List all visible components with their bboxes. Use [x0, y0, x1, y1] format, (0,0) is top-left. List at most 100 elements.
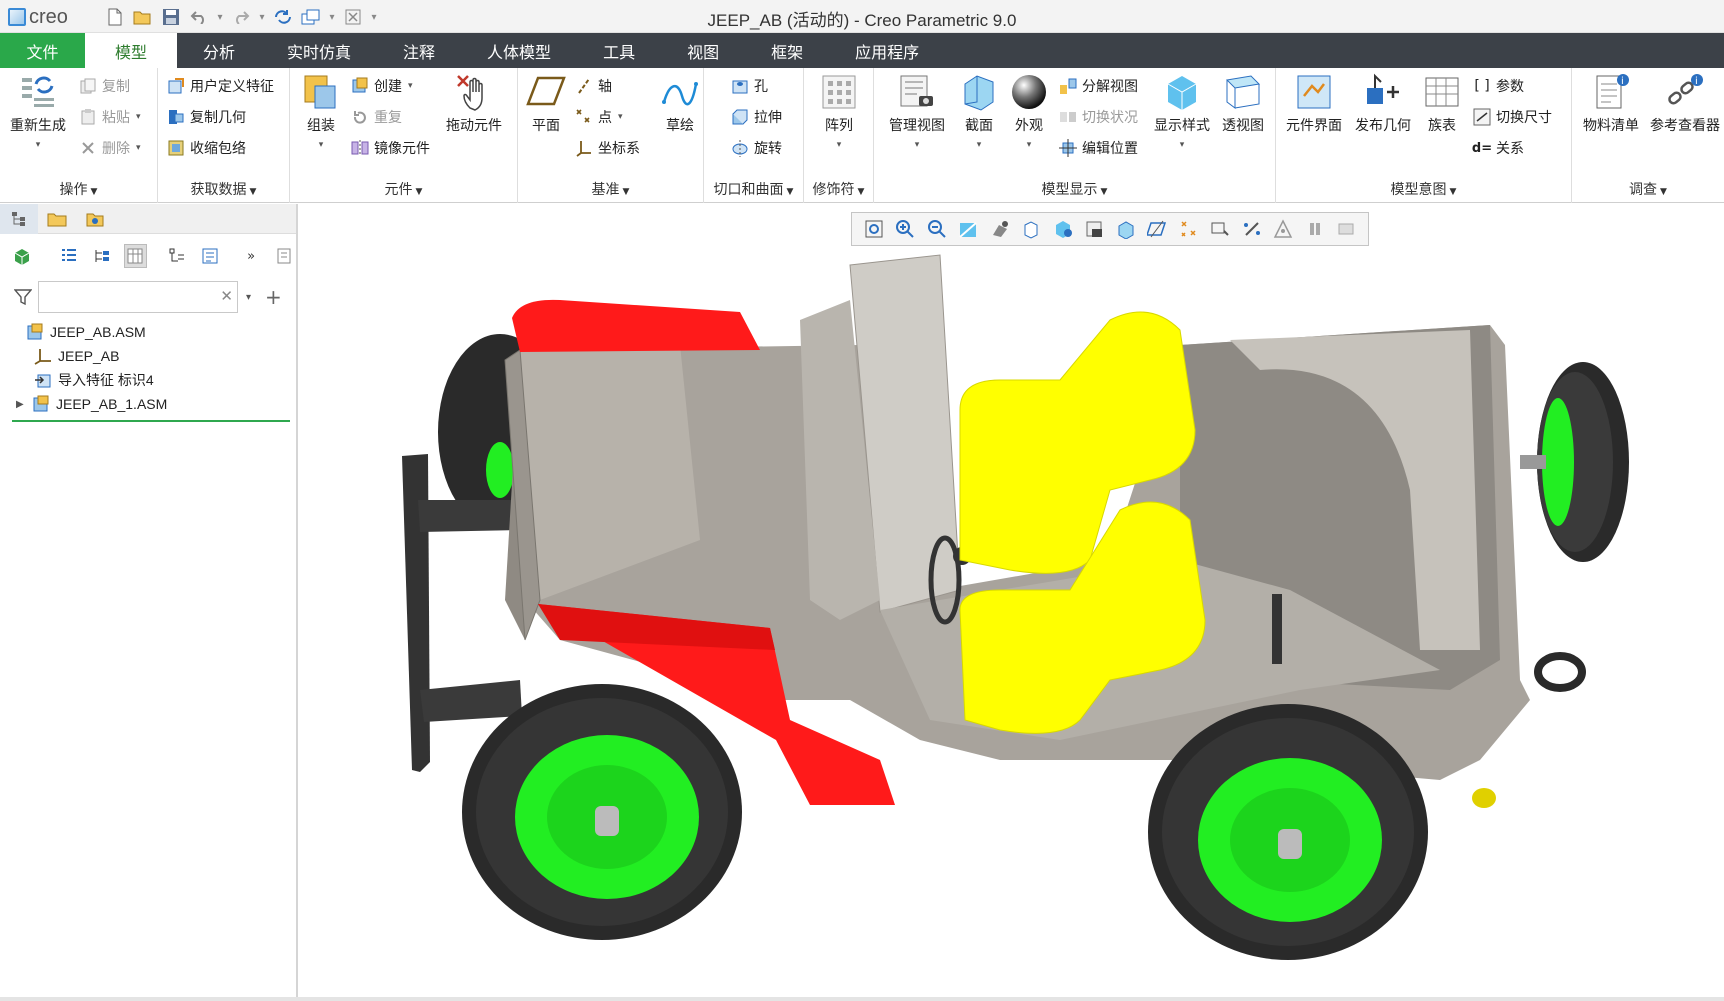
group-model-intent-label[interactable]: 模型意图 ▼ [1276, 179, 1571, 199]
graphics-window[interactable] [300, 204, 1724, 998]
datum-display-icon[interactable] [1145, 217, 1169, 241]
reference-viewer-button[interactable]: i 参考查看器 [1650, 72, 1720, 135]
tab-manikin[interactable]: 人体模型 [461, 33, 577, 68]
redo-icon[interactable] [230, 6, 252, 28]
family-table-button[interactable]: 族表 [1416, 72, 1468, 135]
csys-display-icon[interactable] [1208, 217, 1232, 241]
tab-folder-browser[interactable] [38, 204, 76, 234]
delete-button[interactable]: 删除 ▾ [78, 136, 141, 160]
group-modifiers-label[interactable]: 修饰符 ▼ [804, 179, 873, 199]
tree-filter-icon[interactable] [165, 244, 188, 268]
regenerate-button[interactable]: 重新生成 ▾ [4, 72, 72, 154]
regenerate-dropdown-icon[interactable]: ▾ [36, 137, 41, 154]
assemble-dropdown-icon[interactable]: ▾ [319, 137, 324, 154]
camera-view-icon[interactable] [1082, 217, 1106, 241]
tab-applications[interactable]: 应用程序 [829, 33, 945, 68]
tree-item-csys[interactable]: JEEP_AB [10, 344, 290, 368]
tree-item-import-feature[interactable]: 导入特征 标识4 [10, 368, 290, 392]
point-dropdown-icon[interactable]: ▾ [618, 112, 623, 122]
axis-button[interactable]: 轴 [574, 74, 612, 98]
pause-icon[interactable] [1303, 217, 1327, 241]
shrinkwrap-button[interactable]: 收缩包络 [166, 136, 246, 160]
zoom-in-icon[interactable] [893, 217, 917, 241]
windows-dropdown-icon[interactable]: ▾ [328, 12, 336, 23]
tab-favorites[interactable] [76, 204, 114, 234]
copy-geometry-button[interactable]: 复制几何 [166, 105, 246, 129]
tab-tools[interactable]: 工具 [577, 33, 661, 68]
tree-expand-icon[interactable] [90, 244, 113, 268]
list-view-icon[interactable] [57, 244, 80, 268]
new-file-icon[interactable] [104, 6, 126, 28]
view-manager-icon[interactable] [1051, 217, 1075, 241]
tree-insert-indicator[interactable] [12, 420, 290, 422]
expand-arrow-icon[interactable]: ▶ [16, 399, 30, 410]
tree-search-input[interactable] [39, 282, 209, 312]
sketch-button[interactable]: 草绘 [658, 72, 702, 135]
windows-icon[interactable] [300, 6, 322, 28]
tab-annotate[interactable]: 注释 [377, 33, 461, 68]
edit-position-button[interactable]: 编辑位置 [1058, 136, 1138, 160]
part-display-icon[interactable] [10, 244, 33, 268]
group-model-display-label[interactable]: 模型显示 ▼ [874, 179, 1275, 199]
display-style-button[interactable]: 显示样式 ▾ [1150, 72, 1214, 154]
paste-button[interactable]: 粘贴 ▾ [78, 105, 141, 129]
section-view-icon[interactable] [1114, 217, 1138, 241]
assemble-button[interactable]: 组装 ▾ [296, 72, 346, 154]
undo-icon[interactable] [188, 6, 210, 28]
section-button[interactable]: 截面 ▾ [954, 72, 1004, 154]
clear-search-icon[interactable]: ✕ [220, 287, 233, 305]
extrude-button[interactable]: 拉伸 [730, 105, 782, 129]
toggle-status-button[interactable]: 切换状况 [1058, 105, 1138, 129]
revolve-button[interactable]: 旋转 [730, 136, 782, 160]
csys-button[interactable]: 坐标系 [574, 136, 640, 160]
filter-funnel-icon[interactable] [12, 286, 34, 308]
open-folder-icon[interactable] [132, 6, 154, 28]
manage-views-button[interactable]: 管理视图 ▾ [884, 72, 950, 154]
tree-item-sub-asm[interactable]: ▶ JEEP_AB_1.ASM [10, 392, 290, 416]
undo-dropdown-icon[interactable]: ▾ [216, 12, 224, 23]
add-filter-icon[interactable]: + [265, 285, 282, 309]
spare-wheel[interactable] [1520, 362, 1629, 562]
group-component-label[interactable]: 元件 ▼ [290, 179, 517, 199]
tab-framework[interactable]: 框架 [745, 33, 829, 68]
switch-dimensions-button[interactable]: 切换尺寸 [1472, 105, 1552, 129]
annotation-plane-icon[interactable] [1334, 217, 1358, 241]
show-icon[interactable] [273, 244, 296, 268]
group-operations-label[interactable]: 操作 ▼ [0, 179, 157, 199]
manage-views-dropdown-icon[interactable]: ▾ [915, 137, 920, 154]
group-get-data-label[interactable]: 获取数据 ▼ [158, 179, 289, 199]
component-interface-button[interactable]: 元件界面 [1282, 72, 1346, 135]
pattern-dropdown-icon[interactable]: ▾ [837, 137, 842, 154]
annotation-display-icon[interactable] [1240, 217, 1264, 241]
pattern-button[interactable]: 阵列 ▾ [814, 72, 864, 154]
perspective-button[interactable]: 透视图 [1214, 72, 1272, 135]
bom-button[interactable]: i 物料清单 [1576, 72, 1646, 135]
search-options-dropdown-icon[interactable]: ▾ [246, 292, 251, 303]
display-style-view-icon[interactable] [988, 217, 1012, 241]
columns-view-icon[interactable] [123, 244, 148, 268]
tree-item-root-asm[interactable]: JEEP_AB.ASM [10, 320, 290, 344]
redo-dropdown-icon[interactable]: ▾ [258, 12, 266, 23]
tab-model[interactable]: 模型 [85, 33, 177, 68]
saved-views-icon[interactable] [1019, 217, 1043, 241]
group-investigate-label[interactable]: 调查 ▼ [1572, 179, 1724, 199]
section-dropdown-icon[interactable]: ▾ [977, 137, 982, 154]
tab-analysis[interactable]: 分析 [177, 33, 261, 68]
tree-settings-icon[interactable] [198, 244, 221, 268]
repaint-icon[interactable] [956, 217, 980, 241]
display-style-dropdown-icon[interactable]: ▾ [1180, 137, 1185, 154]
hole-button[interactable]: 孔 [730, 74, 768, 98]
spin-center-icon[interactable] [1271, 217, 1295, 241]
explode-view-button[interactable]: 分解视图 [1058, 74, 1138, 98]
copy-button[interactable]: 复制 [78, 74, 130, 98]
save-icon[interactable] [160, 6, 182, 28]
mirror-component-button[interactable]: 镜像元件 [350, 136, 430, 160]
create-button[interactable]: 创建 ▾ [350, 74, 413, 98]
tab-model-tree[interactable] [0, 204, 38, 234]
more-tools-icon[interactable]: » [239, 244, 262, 268]
appearance-dropdown-icon[interactable]: ▾ [1027, 137, 1032, 154]
relations-button[interactable]: d= 关系 [1472, 136, 1524, 160]
group-datum-label[interactable]: 基准 ▼ [518, 179, 703, 199]
rear-near-wheel[interactable] [1148, 704, 1428, 960]
drag-component-button[interactable]: 拖动元件 [436, 72, 512, 135]
